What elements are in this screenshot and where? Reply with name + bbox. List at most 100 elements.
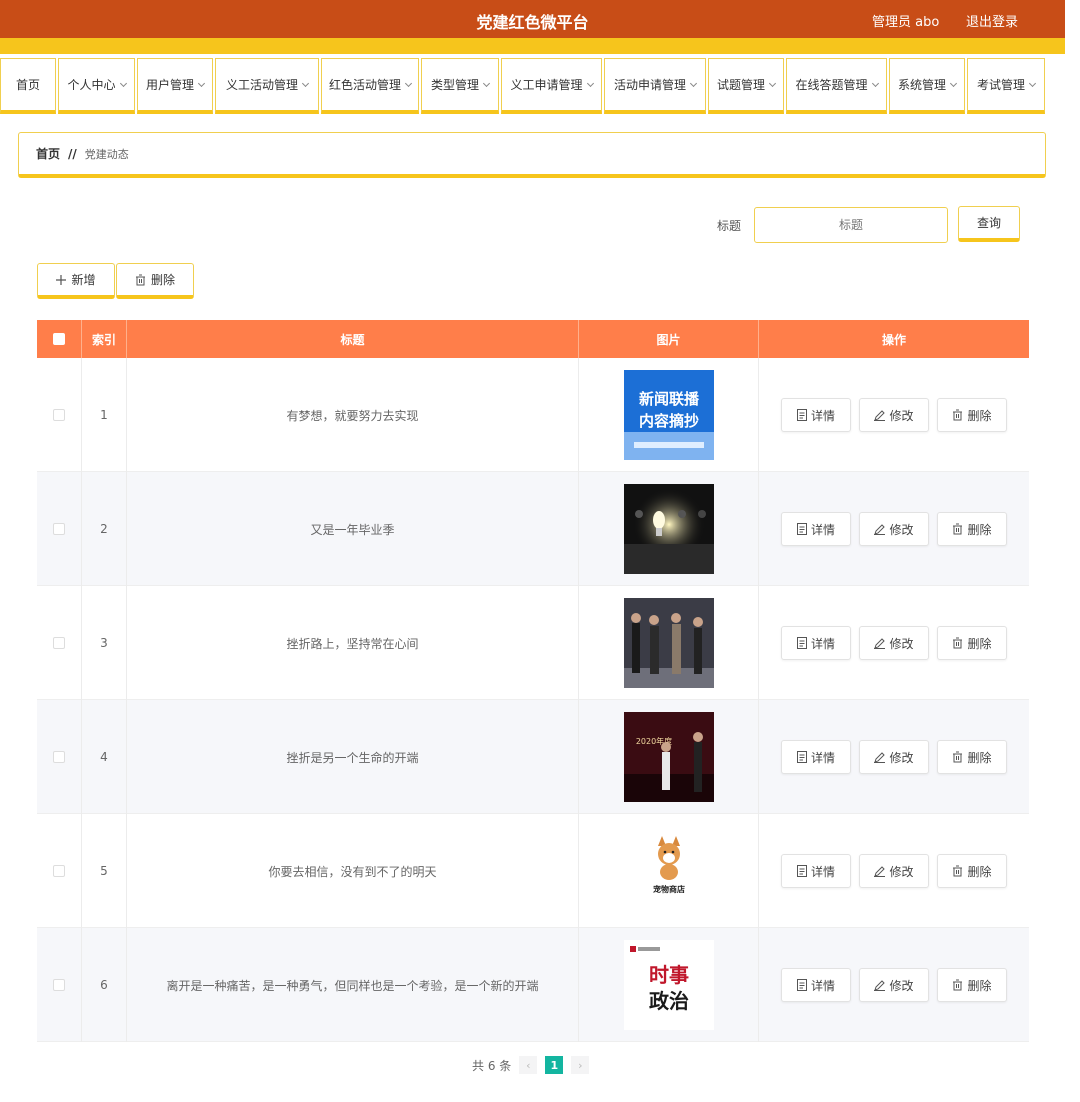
delete-button[interactable]: 删除 bbox=[937, 512, 1007, 546]
nav-item-volunteer-application[interactable]: 义工申请管理 bbox=[501, 58, 602, 114]
document-icon bbox=[796, 865, 807, 877]
nav-label: 义工申请管理 bbox=[510, 78, 583, 92]
admin-username: 管理员 abo bbox=[872, 15, 940, 30]
edit-label: 修改 bbox=[889, 408, 914, 423]
detail-label: 详情 bbox=[810, 408, 835, 423]
lightbulb-thumbnail-image bbox=[623, 484, 714, 574]
award-stage-thumbnail-image: 2020年度 bbox=[623, 712, 714, 802]
edit-button[interactable]: 修改 bbox=[859, 626, 929, 660]
nav-item-type-management[interactable]: 类型管理 bbox=[421, 58, 499, 114]
row-index: 4 bbox=[82, 700, 127, 814]
pet-shop-thumbnail-image: 宠物商店 bbox=[623, 826, 714, 916]
delete-label: 删除 bbox=[967, 750, 992, 765]
detail-label: 详情 bbox=[810, 864, 835, 879]
delete-button[interactable]: 删除 bbox=[937, 740, 1007, 774]
delete-button[interactable]: 删除 bbox=[937, 968, 1007, 1002]
nav-item-system-management[interactable]: 系统管理 bbox=[889, 58, 965, 114]
search-title-label: 标题 bbox=[717, 219, 742, 233]
row-index: 1 bbox=[82, 358, 127, 472]
header-accent-strip bbox=[0, 38, 1065, 54]
delete-button[interactable]: 删除 bbox=[937, 626, 1007, 660]
select-all-checkbox[interactable] bbox=[53, 333, 65, 345]
document-icon bbox=[796, 409, 807, 421]
pencil-icon bbox=[874, 523, 886, 535]
nav-item-activity-application[interactable]: 活动申请管理 bbox=[604, 58, 706, 114]
edit-label: 修改 bbox=[889, 750, 914, 765]
row-index: 3 bbox=[82, 586, 127, 700]
main-navigation: 首页 个人中心 用户管理 义工活动管理 红色活动管理 类型管理 义工申请管理 活… bbox=[0, 58, 1080, 116]
nav-label: 类型管理 bbox=[430, 78, 479, 92]
row-checkbox[interactable] bbox=[53, 751, 65, 763]
column-header-index: 索引 bbox=[82, 320, 127, 358]
row-checkbox[interactable] bbox=[53, 409, 65, 421]
search-button[interactable]: 查询 bbox=[958, 206, 1020, 242]
edit-button[interactable]: 修改 bbox=[859, 398, 929, 432]
nav-item-home[interactable]: 首页 bbox=[0, 58, 56, 114]
nav-item-user-management[interactable]: 用户管理 bbox=[137, 58, 213, 114]
pencil-icon bbox=[874, 637, 886, 649]
nav-item-online-answer[interactable]: 在线答题管理 bbox=[786, 58, 887, 114]
table-row: 4 挫折是另一个生命的开端 2020年度 详情 修改 删除 bbox=[37, 700, 1029, 814]
row-title: 又是一年毕业季 bbox=[127, 472, 579, 586]
breadcrumb-separator: // bbox=[68, 146, 77, 161]
row-checkbox[interactable] bbox=[53, 865, 65, 877]
batch-delete-button[interactable]: 删除 bbox=[116, 263, 194, 299]
edit-label: 修改 bbox=[889, 978, 914, 993]
news-thumbnail-image: 新闻联播 内容摘抄 bbox=[623, 370, 714, 460]
nav-label: 首页 bbox=[15, 78, 40, 92]
edit-button[interactable]: 修改 bbox=[859, 512, 929, 546]
breadcrumb-home[interactable]: 首页 bbox=[36, 145, 60, 162]
detail-button[interactable]: 详情 bbox=[781, 968, 851, 1002]
nav-item-volunteer-activity[interactable]: 义工活动管理 bbox=[215, 58, 319, 114]
breadcrumb-current: 党建动态 bbox=[84, 147, 129, 161]
document-icon bbox=[796, 637, 807, 649]
logout-link[interactable]: 退出登录 bbox=[966, 11, 1018, 30]
detail-button[interactable]: 详情 bbox=[781, 512, 851, 546]
page-1-button[interactable]: 1 bbox=[545, 1056, 564, 1074]
thumb-text: 内容摘抄 bbox=[638, 412, 698, 430]
row-checkbox[interactable] bbox=[53, 637, 65, 649]
chevron-down-icon bbox=[119, 79, 127, 87]
search-title-input[interactable] bbox=[754, 207, 948, 243]
detail-button[interactable]: 详情 bbox=[781, 740, 851, 774]
trash-icon bbox=[953, 751, 963, 763]
edit-button[interactable]: 修改 bbox=[859, 968, 929, 1002]
detail-button[interactable]: 详情 bbox=[781, 626, 851, 660]
table-row: 3 挫折路上，坚持常在心间 详情 修改 删除 bbox=[37, 586, 1029, 700]
current-affairs-thumbnail-image: 时事 政治 bbox=[623, 940, 714, 1030]
plus-icon bbox=[56, 274, 67, 285]
edit-button[interactable]: 修改 bbox=[859, 740, 929, 774]
pencil-icon bbox=[874, 409, 886, 421]
chevron-down-icon bbox=[871, 79, 879, 87]
chevron-down-icon bbox=[949, 79, 958, 87]
header-select-all-cell bbox=[37, 320, 82, 358]
nav-label: 试题管理 bbox=[716, 78, 765, 92]
delete-label: 删除 bbox=[967, 864, 992, 879]
next-page-button[interactable]: › bbox=[571, 1056, 590, 1074]
thumb-text: 新闻联播 bbox=[638, 390, 699, 408]
delete-button[interactable]: 删除 bbox=[937, 398, 1007, 432]
table-header: 索引 标题 图片 操作 bbox=[37, 320, 1029, 358]
thumb-text: 宠物商店 bbox=[653, 884, 685, 894]
detail-button[interactable]: 详情 bbox=[781, 854, 851, 888]
row-title: 挫折路上，坚持常在心间 bbox=[127, 586, 579, 700]
add-button[interactable]: 新增 bbox=[37, 263, 115, 299]
prev-page-button[interactable]: ‹ bbox=[519, 1056, 538, 1074]
detail-button[interactable]: 详情 bbox=[781, 398, 851, 432]
row-checkbox[interactable] bbox=[53, 523, 65, 535]
nav-item-exam-management[interactable]: 考试管理 bbox=[967, 58, 1045, 114]
row-checkbox[interactable] bbox=[53, 979, 65, 991]
nav-item-question-management[interactable]: 试题管理 bbox=[708, 58, 784, 114]
chevron-down-icon bbox=[482, 79, 491, 87]
delete-label: 删除 bbox=[967, 978, 992, 993]
column-header-image: 图片 bbox=[579, 320, 759, 358]
batch-delete-label: 删除 bbox=[150, 273, 175, 287]
nav-label: 个人中心 bbox=[67, 78, 116, 92]
detail-label: 详情 bbox=[810, 978, 835, 993]
edit-button[interactable]: 修改 bbox=[859, 854, 929, 888]
trash-icon bbox=[953, 409, 963, 421]
nav-item-red-activity[interactable]: 红色活动管理 bbox=[321, 58, 419, 114]
delete-button[interactable]: 删除 bbox=[937, 854, 1007, 888]
nav-item-personal-center[interactable]: 个人中心 bbox=[58, 58, 135, 114]
nav-label: 在线答题管理 bbox=[795, 78, 868, 92]
